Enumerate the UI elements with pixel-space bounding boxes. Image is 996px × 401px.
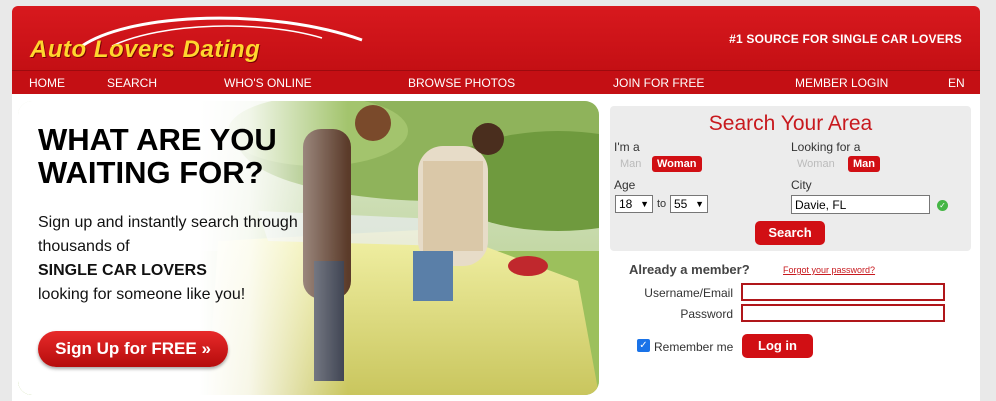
nav-join-for-free[interactable]: JOIN FOR FREE: [613, 76, 704, 90]
search-title: Search Your Area: [708, 112, 873, 135]
hero-banner: WHAT ARE YOU WAITING FOR? Sign up and in…: [18, 101, 599, 395]
age-max-value: 55: [674, 197, 688, 211]
main-nav: HOME SEARCH WHO'S ONLINE BROWSE PHOTOS J…: [12, 70, 980, 94]
chevron-down-icon: ▼: [695, 199, 704, 209]
city-input[interactable]: [791, 195, 930, 214]
site-logo[interactable]: Auto Lovers Dating: [30, 36, 260, 64]
age-min-select[interactable]: 18 ▼: [615, 195, 653, 213]
site-tagline: #1 SOURCE FOR SINGLE CAR LOVERS: [729, 32, 962, 46]
hero-copy: Sign up and instantly search through tho…: [38, 211, 308, 307]
login-button[interactable]: Log in: [742, 334, 813, 358]
chevron-down-icon: ▼: [640, 199, 649, 209]
nav-search[interactable]: SEARCH: [107, 76, 157, 90]
nav-home[interactable]: HOME: [29, 76, 65, 90]
age-to-label: to: [657, 198, 667, 210]
remember-me-checkbox[interactable]: ✓: [637, 339, 650, 352]
search-button[interactable]: Search: [755, 221, 825, 245]
looking-for-option-woman[interactable]: Woman: [797, 158, 835, 170]
nav-member-login[interactable]: MEMBER LOGIN: [795, 76, 888, 90]
check-icon: ✓: [937, 200, 948, 211]
forgot-password-link[interactable]: Forgot your password?: [783, 265, 875, 275]
city-label: City: [791, 178, 812, 192]
password-input[interactable]: [741, 304, 945, 322]
nav-language-select[interactable]: EN: [948, 76, 965, 90]
page: Auto Lovers Dating #1 SOURCE FOR SINGLE …: [0, 0, 996, 401]
hero-copy-bold: SINGLE CAR LOVERS: [38, 262, 207, 279]
age-min-value: 18: [619, 197, 633, 211]
remember-me-label: Remember me: [654, 340, 734, 354]
age-label: Age: [614, 178, 636, 192]
username-input[interactable]: [741, 283, 945, 301]
looking-for-label: Looking for a: [791, 140, 861, 154]
username-label: Username/Email: [644, 286, 733, 300]
im-a-option-woman[interactable]: Woman: [652, 156, 702, 172]
search-panel: Search Your Area I'm a Man Woman Looking…: [610, 106, 971, 251]
im-a-label: I'm a: [614, 140, 640, 154]
hero-copy-line2: looking for someone like you!: [38, 286, 246, 303]
signup-free-button[interactable]: Sign Up for FREE »: [38, 331, 228, 367]
im-a-option-man[interactable]: Man: [620, 158, 641, 170]
looking-for-option-man[interactable]: Man: [848, 156, 880, 172]
site-header: Auto Lovers Dating #1 SOURCE FOR SINGLE …: [12, 6, 980, 70]
hero-headline: WHAT ARE YOU WAITING FOR?: [38, 122, 277, 190]
password-label: Password: [680, 307, 733, 321]
age-max-select[interactable]: 55 ▼: [670, 195, 708, 213]
hero-copy-line1: Sign up and instantly search through tho…: [38, 214, 298, 255]
nav-whos-online[interactable]: WHO'S ONLINE: [224, 76, 312, 90]
login-title: Already a member?: [629, 262, 750, 277]
nav-browse-photos[interactable]: BROWSE PHOTOS: [408, 76, 515, 90]
